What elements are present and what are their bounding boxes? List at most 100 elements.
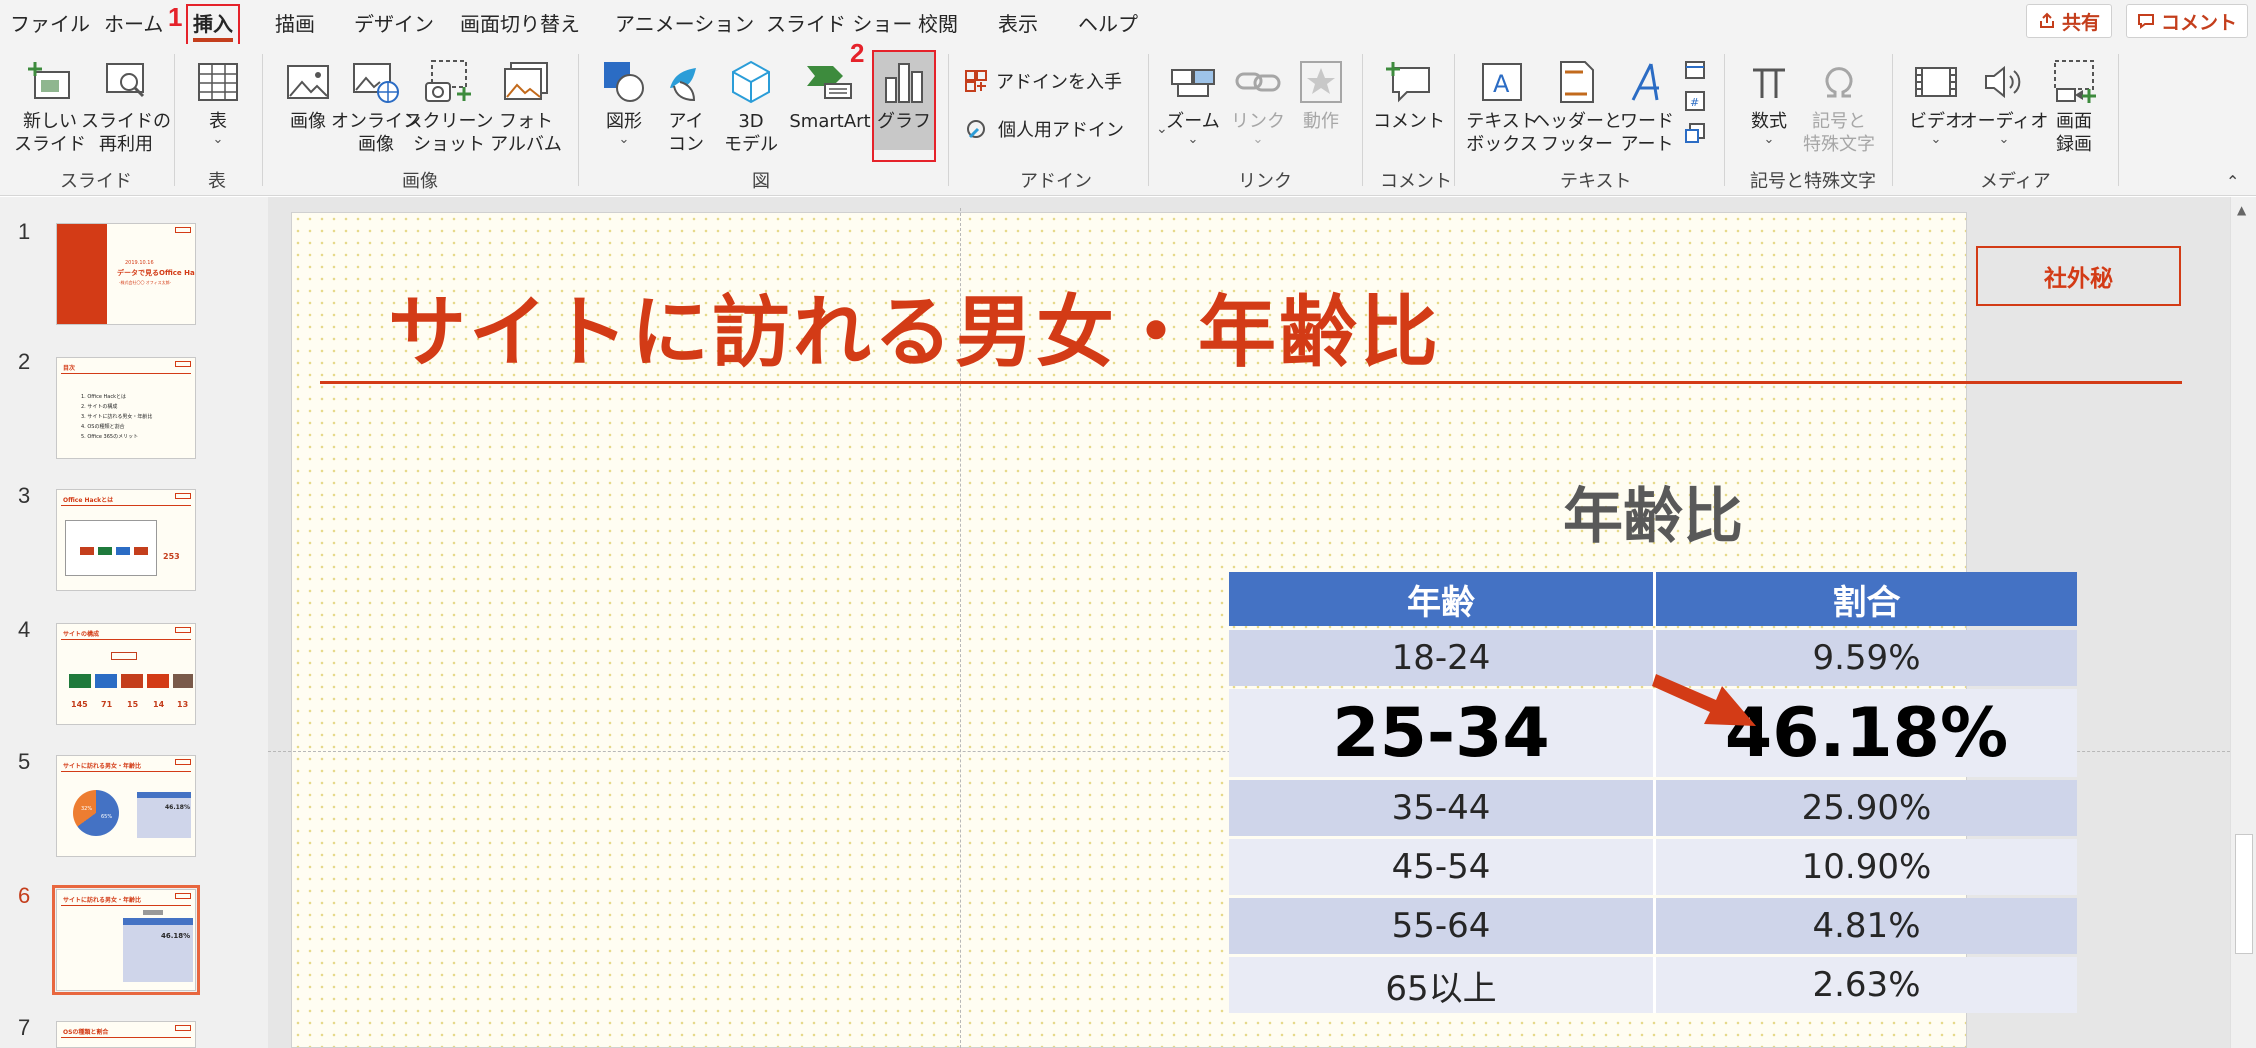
thumb-number: 3 <box>18 483 31 508</box>
table-title[interactable]: 年齢比 <box>1563 468 1743 555</box>
text-small-tools: # <box>1684 58 1706 144</box>
get-addins-button[interactable]: アドインを入手 <box>964 68 1122 94</box>
slide-thumbnail-4[interactable]: サイトの構成 145 71 15 14 13 <box>56 623 196 725</box>
object-icon[interactable] <box>1684 122 1706 144</box>
menu-view[interactable]: 表示 <box>998 8 1038 37</box>
image-label: 画像 <box>290 111 326 132</box>
menu-insert[interactable]: 挿入 <box>193 8 233 37</box>
thumb-toc-line: 5. Office 365のメリット <box>81 434 139 440</box>
table-cell-age: 55-64 <box>1229 898 1653 954</box>
my-addins-label: 個人用アドイン <box>998 120 1124 141</box>
table-cell-ratio: 2.63% <box>1653 957 2077 1013</box>
wordart-button[interactable]: ワード アート <box>1614 54 1680 156</box>
group-label-comments: コメント <box>1380 171 1452 192</box>
group-separator <box>262 54 263 186</box>
slide-thumbnail-6[interactable]: サイトに訪れる男女・年齢比 46.18% <box>52 885 200 995</box>
scroll-up-icon[interactable]: ▲ <box>2237 203 2246 217</box>
table-cell-age: 35-44 <box>1229 780 1653 836</box>
slide-title[interactable]: サイトに訪れる男女・年齢比 <box>388 270 1441 382</box>
menu-slideshow[interactable]: スライド ショー <box>766 8 912 37</box>
group-separator <box>578 54 579 186</box>
photo-album-label-1: フォト <box>499 111 553 132</box>
group-separator <box>174 54 175 186</box>
table-button[interactable]: 表 ⌄ <box>186 54 250 147</box>
title-rule <box>320 381 2182 384</box>
thumb-date: 2019.10.16 <box>125 260 154 266</box>
new-slide-button[interactable]: 新しい スライド <box>10 54 90 156</box>
3d-model-label-1: 3D <box>738 111 764 132</box>
table-cell-age: 65以上 <box>1229 957 1653 1013</box>
new-comment-button[interactable]: コメント <box>1373 54 1445 133</box>
svg-text:A: A <box>1493 70 1510 98</box>
thumb-badge <box>175 1025 191 1031</box>
reuse-slide-button[interactable]: スライドの 再利用 <box>81 54 171 156</box>
comments-button[interactable]: コメント <box>2126 4 2248 38</box>
ribbon: 新しい スライド スライドの 再利用 スライド 表 ⌄ 表 画像 オンライン 画… <box>0 44 2256 196</box>
menu-review[interactable]: 校閲 <box>918 8 958 37</box>
header-footer-label-2: フッター <box>1541 134 1613 155</box>
thumb-number: 6 <box>18 883 31 908</box>
menu-draw[interactable]: 描画 <box>275 8 315 37</box>
video-button[interactable]: ビデオ ⌄ <box>1906 54 1966 147</box>
thumb-table <box>123 918 193 982</box>
shapes-button[interactable]: 図形 ⌄ <box>594 54 654 147</box>
thumb-title: データで見るOffice Hack <box>117 269 196 277</box>
share-button[interactable]: 共有 <box>2026 4 2112 38</box>
scrollbar-thumb[interactable] <box>2235 834 2253 954</box>
icons-button[interactable]: アイ コン <box>656 54 716 156</box>
header-footer-label-1: ヘッダーと <box>1532 111 1622 132</box>
screenshot-label-1: スクリーン <box>404 111 494 132</box>
screenshot-button[interactable]: スクリーン ショット <box>404 54 494 156</box>
chart-button[interactable]: グラフ <box>874 50 934 150</box>
menu-animations[interactable]: アニメーション <box>615 8 754 37</box>
online-image-button[interactable]: オンライン 画像 <box>331 54 421 156</box>
highlight-arrow-icon[interactable] <box>1652 656 1762 732</box>
date-time-icon[interactable] <box>1684 58 1706 80</box>
thumb-toc-line: 1. Office Hackとは <box>81 394 127 400</box>
symbol-button[interactable]: 記号と 特殊文字 <box>1798 54 1880 156</box>
screen-recording-button[interactable]: 画面 録画 <box>2042 54 2106 156</box>
new-comment-icon <box>1386 62 1430 103</box>
vertical-scrollbar[interactable]: ▲ <box>2230 197 2256 1048</box>
collapse-ribbon-icon[interactable]: ⌃ <box>2226 172 2239 191</box>
menu-home[interactable]: ホーム <box>104 8 163 37</box>
textbox-label-1: テキスト <box>1466 111 1538 132</box>
reuse-slide-label-1: スライドの <box>81 111 171 132</box>
menu-file[interactable]: ファイル <box>10 8 90 37</box>
thumb-number: 1 <box>18 219 31 244</box>
thumb-title-rule <box>61 373 191 374</box>
slide-thumbnail-7[interactable]: OSの種類と割合 <box>56 1021 196 1048</box>
thumb-highlight: 46.18% <box>165 804 190 811</box>
equation-button[interactable]: 数式 ⌄ <box>1740 54 1798 147</box>
textbox-button[interactable]: A テキスト ボックス <box>1464 54 1540 156</box>
my-addins-button[interactable]: 個人用アドイン ⌄ <box>964 116 1168 142</box>
menu-transitions[interactable]: 画面切り替え <box>460 8 580 37</box>
image-button[interactable]: 画像 <box>278 54 338 133</box>
action-button[interactable]: 動作 <box>1290 54 1352 133</box>
slide-thumbnails-pane: 1 2019.10.16 データで見るOffice Hack -株式会社〇〇 オ… <box>0 197 268 1048</box>
confidential-badge[interactable]: 社外秘 <box>1976 246 2181 306</box>
photo-album-button[interactable]: フォト アルバム <box>486 54 566 156</box>
header-footer-button[interactable]: ヘッダーと フッター <box>1532 54 1622 156</box>
link-button[interactable]: リンク ⌄ <box>1226 54 1290 147</box>
table-row: 45-54 10.90% <box>1229 839 2077 895</box>
group-separator <box>2118 54 2119 186</box>
online-image-icon <box>353 63 399 103</box>
slide-thumbnail-1[interactable]: 2019.10.16 データで見るOffice Hack -株式会社〇〇 オフィ… <box>56 223 196 325</box>
slide-thumbnail-3[interactable]: Office Hackとは 253 <box>56 489 196 591</box>
table-row: 55-64 4.81% <box>1229 898 2077 954</box>
audio-button[interactable]: オーディオ ⌄ <box>1960 54 2048 147</box>
slide-number-icon[interactable]: # <box>1684 90 1706 112</box>
group-label-links: リンク <box>1238 171 1292 192</box>
menu-design[interactable]: デザイン <box>354 8 434 37</box>
thumb-title: 目次 <box>63 365 76 372</box>
thumb-title: サイトに訪れる男女・年齢比 <box>63 897 142 904</box>
3d-model-button[interactable]: 3D モデル <box>716 54 786 156</box>
zoom-button[interactable]: ズーム ⌄ <box>1160 54 1226 147</box>
cube-icon <box>732 60 770 104</box>
group-label-symbols: 記号と特殊文字 <box>1750 171 1876 192</box>
menu-help[interactable]: ヘルプ <box>1078 8 1138 37</box>
thumb-badge <box>175 759 191 765</box>
slide-thumbnail-5[interactable]: サイトに訪れる男女・年齢比 32% 65% 46.18% <box>56 755 196 857</box>
slide-thumbnail-2[interactable]: 目次 1. Office Hackとは 2. サイトの構成 3. サイトに訪れる… <box>56 357 196 459</box>
